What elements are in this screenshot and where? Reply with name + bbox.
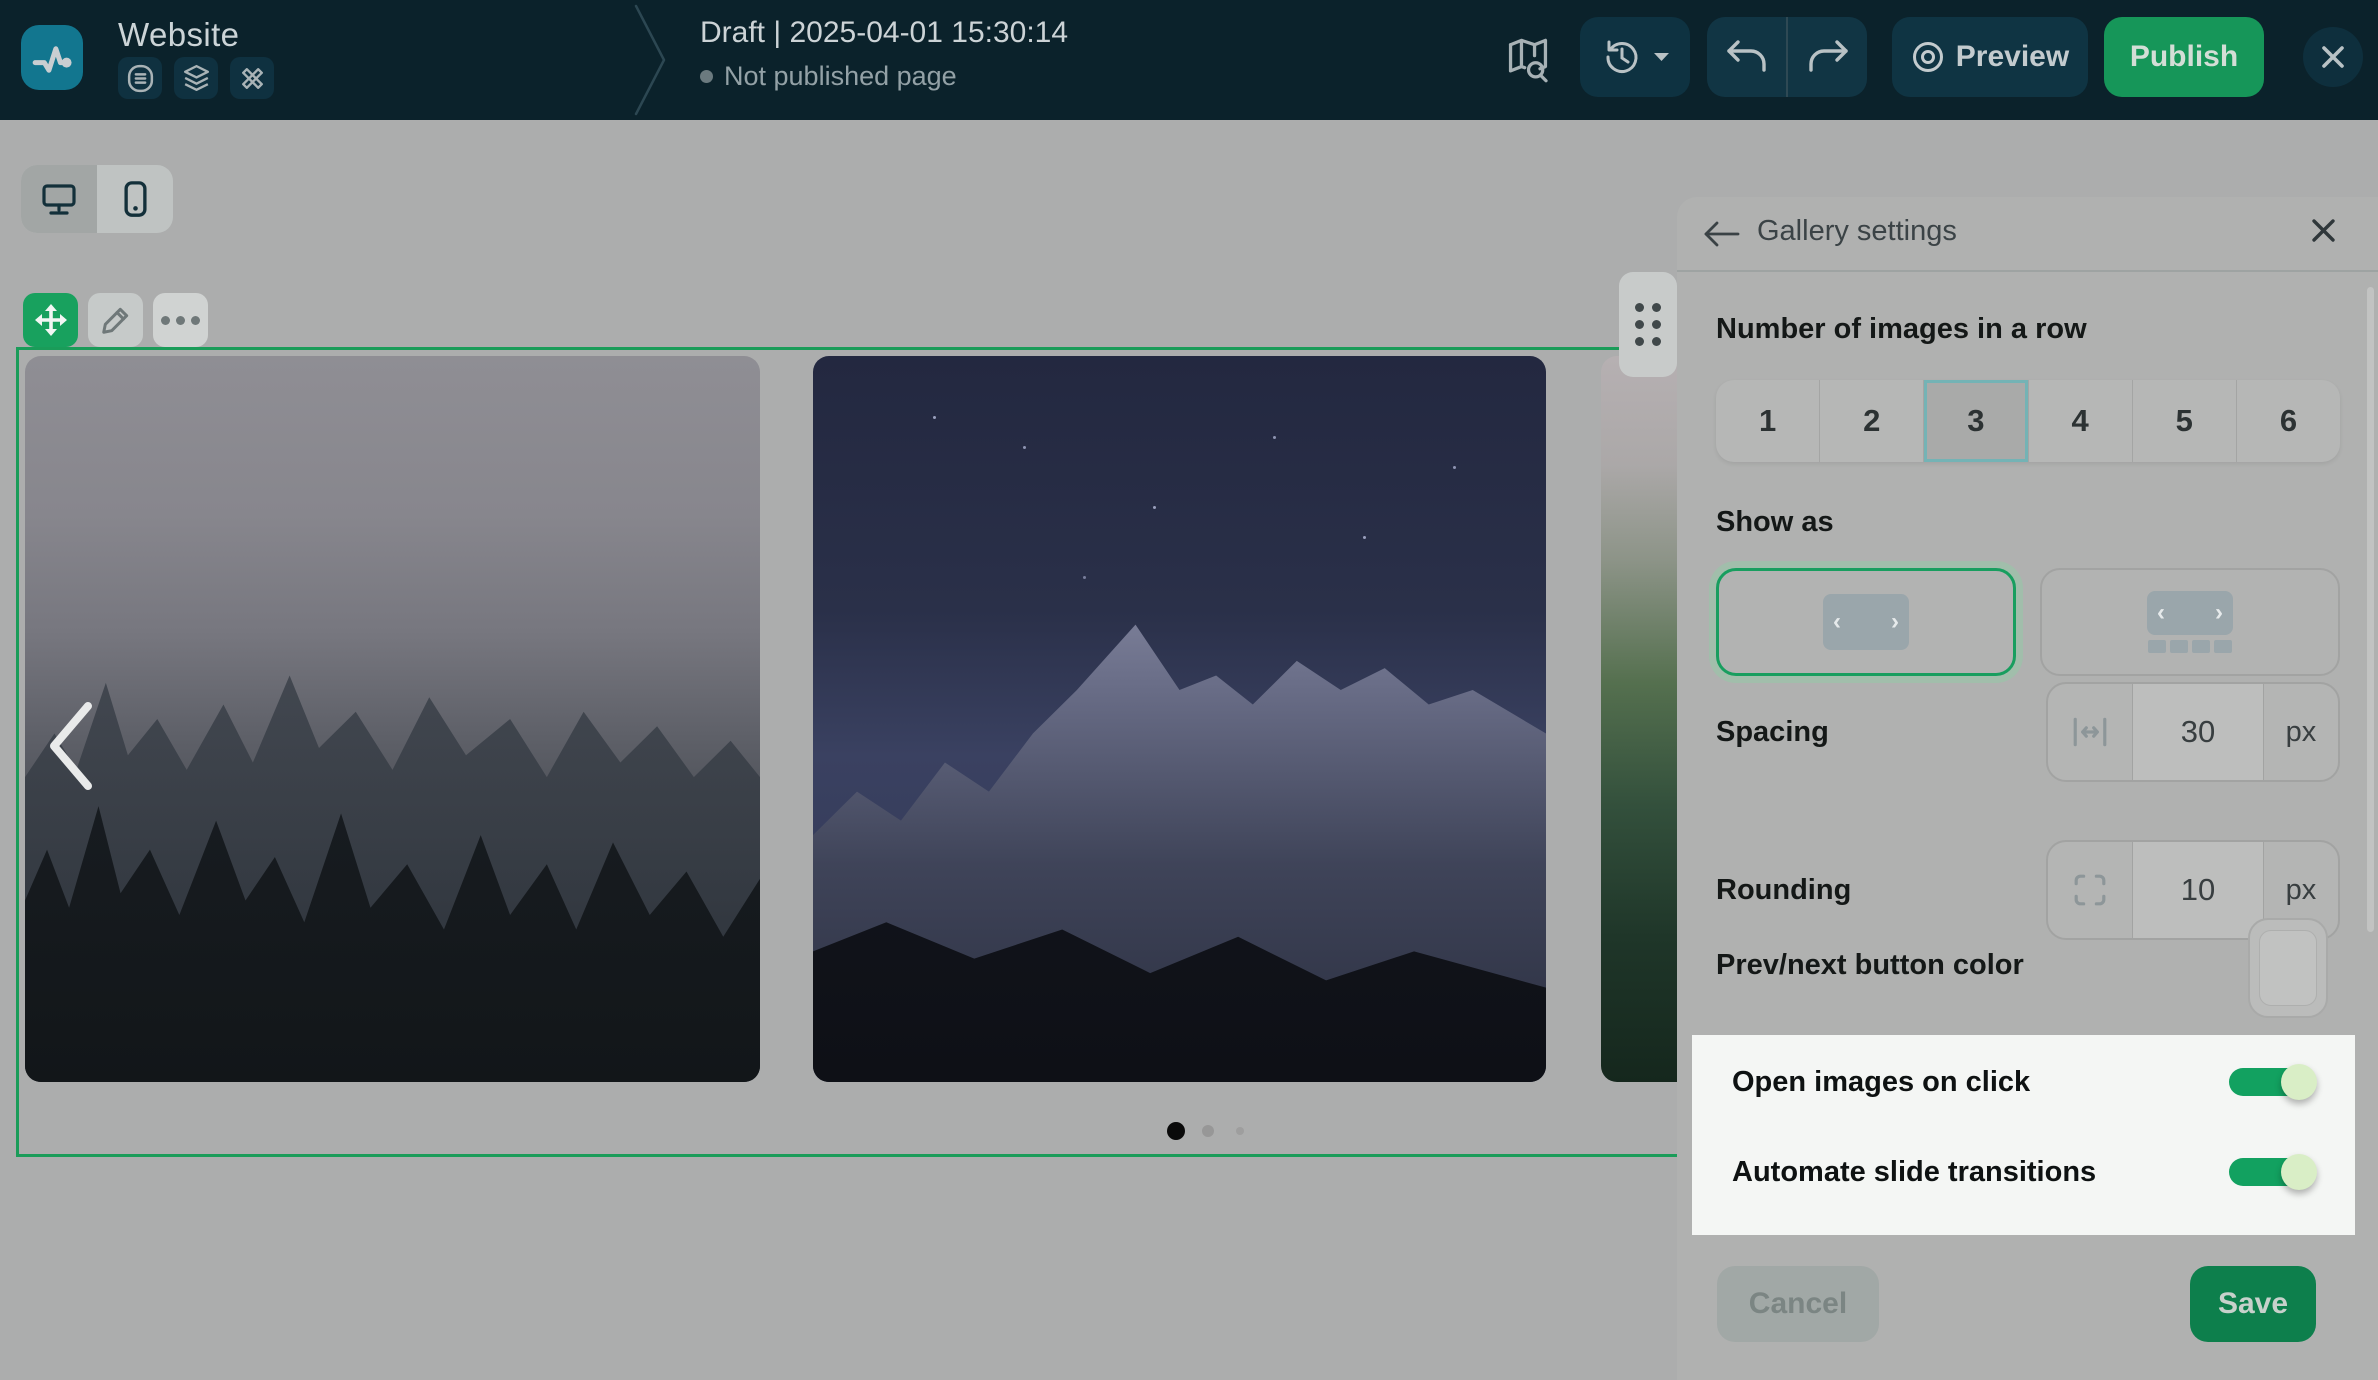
ellipsis-icon <box>161 316 170 325</box>
spacing-icon <box>2048 684 2132 780</box>
topbar-quick-tools <box>118 57 274 99</box>
preview-button-label: Preview <box>1956 40 2069 74</box>
pagination-dot-active[interactable] <box>1167 1122 1185 1140</box>
gallery-prev-button[interactable] <box>46 700 94 792</box>
show-as-slider-option[interactable]: ‹› <box>1716 568 2016 676</box>
images-per-row-selector: 1 2 3 4 5 6 <box>1716 380 2340 462</box>
activity-pulse-icon <box>29 35 75 81</box>
version-history-button[interactable] <box>1580 17 1690 97</box>
spacing-label: Spacing <box>1716 716 1829 749</box>
rounding-value-input[interactable]: 10 <box>2132 842 2264 938</box>
back-button[interactable] <box>1704 221 1740 247</box>
open-images-label: Open images on click <box>1732 1066 2030 1099</box>
row-option-5[interactable]: 5 <box>2132 380 2236 462</box>
spacing-unit: px <box>2264 684 2338 780</box>
redo-button[interactable] <box>1786 17 1867 97</box>
panel-divider <box>1677 270 2378 272</box>
device-toggle <box>21 165 173 233</box>
sitemap-search-button[interactable] <box>1506 36 1550 84</box>
device-toggle-mobile[interactable] <box>97 165 173 233</box>
row-option-2[interactable]: 2 <box>1819 380 1923 462</box>
highlighted-toggles-section: Open images on click Automate slide tran… <box>1692 1035 2355 1235</box>
block-drag-handle[interactable] <box>1619 272 1677 377</box>
panel-title: Gallery settings <box>1757 215 1957 248</box>
open-images-toggle-row: Open images on click <box>1732 1052 2315 1112</box>
publish-button-label: Publish <box>2130 40 2238 74</box>
gallery-image-foggy-forest[interactable] <box>25 356 760 1082</box>
prev-chevron-icon <box>46 700 94 792</box>
undo-icon <box>1725 38 1769 76</box>
gallery-settings-panel: Gallery settings Number of images in a r… <box>1677 197 2378 1380</box>
move-block-button[interactable] <box>23 293 78 347</box>
app-logo[interactable] <box>21 25 83 90</box>
draft-title: Draft | 2025-04-01 15:30:14 <box>700 16 1068 50</box>
rounding-label: Rounding <box>1716 874 1851 907</box>
row-option-1[interactable]: 1 <box>1716 380 1819 462</box>
automate-slides-label: Automate slide transitions <box>1732 1156 2096 1189</box>
close-icon <box>2310 217 2337 244</box>
save-button[interactable]: Save <box>2190 1266 2316 1342</box>
cancel-button[interactable]: Cancel <box>1717 1266 1879 1342</box>
status-text: Not published page <box>724 61 957 92</box>
undo-button[interactable] <box>1707 17 1786 97</box>
design-tools-icon <box>236 62 269 95</box>
preview-target-icon <box>1911 40 1945 74</box>
dropdown-caret-icon <box>1653 52 1670 63</box>
pencil-icon <box>100 304 132 336</box>
site-title: Website <box>118 16 239 54</box>
more-options-button[interactable] <box>153 293 208 347</box>
row-option-3-selected[interactable]: 3 <box>1923 380 2027 462</box>
form-button[interactable] <box>118 57 162 99</box>
device-toggle-desktop[interactable] <box>21 165 97 233</box>
edit-block-button[interactable] <box>88 293 143 347</box>
status-dot <box>700 70 713 83</box>
drag-grip-icon <box>1635 303 1661 346</box>
pagination-dot[interactable] <box>1202 1125 1214 1137</box>
toggle-knob <box>2281 1154 2317 1190</box>
prev-next-color-label: Prev/next button color <box>1716 949 2024 982</box>
automate-slides-toggle-row: Automate slide transitions <box>1732 1142 2315 1202</box>
layers-icon <box>180 62 213 95</box>
close-icon <box>2319 43 2347 71</box>
slider-icon: ‹› <box>1823 594 1909 650</box>
color-swatch-inner <box>2259 930 2317 1006</box>
redo-icon <box>1806 38 1850 76</box>
move-icon <box>33 302 69 338</box>
mobile-icon <box>123 180 148 218</box>
form-icon <box>125 63 156 94</box>
panel-header: Gallery settings <box>1677 197 2378 270</box>
panel-close-button[interactable] <box>2310 217 2337 244</box>
row-option-4[interactable]: 4 <box>2028 380 2132 462</box>
panel-scrollbar[interactable] <box>2367 287 2374 932</box>
images-per-row-label: Number of images in a row <box>1716 313 2087 346</box>
gallery-image-night-mountains[interactable] <box>813 356 1546 1082</box>
layers-button[interactable] <box>174 57 218 99</box>
publish-button[interactable]: Publish <box>2104 17 2264 97</box>
close-editor-button[interactable] <box>2303 27 2363 87</box>
toggle-knob <box>2281 1064 2317 1100</box>
open-images-toggle[interactable] <box>2229 1068 2301 1096</box>
design-tools-button[interactable] <box>230 57 274 99</box>
corner-radius-icon <box>2048 842 2132 938</box>
topbar: Website <box>0 0 2378 120</box>
preview-button[interactable]: Preview <box>1892 17 2088 97</box>
spacing-value-input[interactable]: 30 <box>2132 684 2264 780</box>
undo-redo-group <box>1707 17 1867 97</box>
stars-decoration <box>933 416 936 419</box>
document-status-block: Draft | 2025-04-01 15:30:14 Not publishe… <box>700 16 1068 92</box>
show-as-label: Show as <box>1716 506 1834 539</box>
spacing-input-group: 30 px <box>2046 682 2340 782</box>
back-arrow-icon <box>1704 221 1740 247</box>
pagination-dot[interactable] <box>1236 1127 1244 1135</box>
block-toolbar <box>23 293 208 347</box>
show-as-thumbnails-option[interactable]: ‹› <box>2040 568 2340 676</box>
automate-slides-toggle[interactable] <box>2229 1158 2301 1186</box>
map-search-icon <box>1506 36 1550 84</box>
history-icon <box>1601 36 1643 78</box>
row-option-6[interactable]: 6 <box>2236 380 2340 462</box>
desktop-icon <box>40 182 78 216</box>
slider-with-thumbnails-icon: ‹› <box>2147 591 2233 653</box>
prev-next-color-swatch[interactable] <box>2248 918 2328 1018</box>
breadcrumb-chevron <box>630 0 670 120</box>
